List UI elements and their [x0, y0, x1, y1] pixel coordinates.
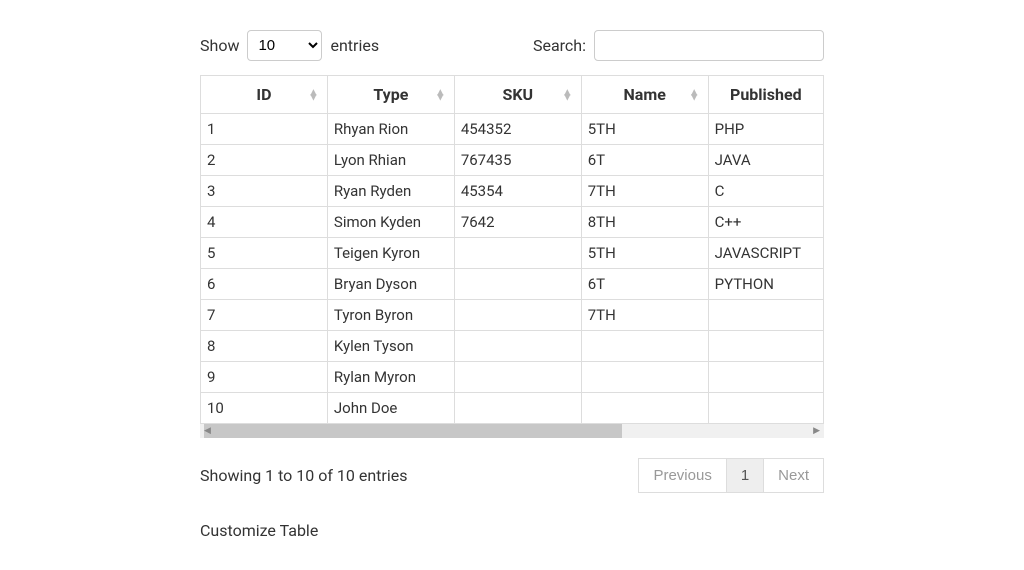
cell-id: 4	[201, 207, 328, 238]
column-label-name: Name	[623, 85, 665, 104]
cell-published	[708, 393, 823, 424]
cell-name	[581, 362, 708, 393]
cell-name	[581, 331, 708, 362]
cell-type: Teigen Kyron	[327, 238, 454, 269]
cell-sku: 45354	[454, 176, 581, 207]
sort-icon: ▲▼	[435, 89, 446, 100]
table-body: 1Rhyan Rion4543525THPHP2Lyon Rhian767435…	[201, 114, 824, 424]
column-label-published: Published	[730, 85, 802, 104]
next-button[interactable]: Next	[763, 458, 824, 493]
cell-sku	[454, 362, 581, 393]
column-header-published[interactable]: Published	[708, 76, 823, 114]
cell-sku: 767435	[454, 145, 581, 176]
pagination: Previous 1 Next	[639, 458, 824, 493]
cell-published: JAVA	[708, 145, 823, 176]
column-label-type: Type	[373, 85, 408, 104]
cell-id: 7	[201, 300, 328, 331]
cell-sku	[454, 300, 581, 331]
table-row: 2Lyon Rhian7674356TJAVA	[201, 145, 824, 176]
cell-name: 7TH	[581, 176, 708, 207]
cell-sku: 7642	[454, 207, 581, 238]
column-label-id: ID	[256, 85, 271, 104]
cell-name: 6T	[581, 145, 708, 176]
table-row: 1Rhyan Rion4543525THPHP	[201, 114, 824, 145]
scroll-right-icon: ▶	[813, 426, 820, 436]
cell-id: 5	[201, 238, 328, 269]
cell-type: Rylan Myron	[327, 362, 454, 393]
cell-name: 5TH	[581, 238, 708, 269]
entries-select[interactable]: 10	[247, 30, 322, 61]
search-input[interactable]	[594, 30, 824, 61]
search-control: Search:	[533, 30, 824, 61]
length-control: Show 10 entries	[200, 30, 379, 61]
data-table: ID ▲▼ Type ▲▼ SKU ▲▼ Name ▲▼ Published	[200, 75, 824, 424]
sort-icon: ▲▼	[308, 89, 319, 100]
cell-published	[708, 362, 823, 393]
table-row: 7Tyron Byron 7TH	[201, 300, 824, 331]
cell-name: 8TH	[581, 207, 708, 238]
table-row: 10John Doe	[201, 393, 824, 424]
cell-id: 10	[201, 393, 328, 424]
cell-id: 1	[201, 114, 328, 145]
column-header-type[interactable]: Type ▲▼	[327, 76, 454, 114]
sort-icon: ▲▼	[689, 89, 700, 100]
cell-type: Lyon Rhian	[327, 145, 454, 176]
show-label: Show	[200, 36, 239, 55]
cell-published: PYTHON	[708, 269, 823, 300]
cell-type: Simon Kyden	[327, 207, 454, 238]
page-button-1[interactable]: 1	[726, 458, 764, 493]
info-text: Showing 1 to 10 of 10 entries	[200, 466, 407, 485]
column-header-name[interactable]: Name ▲▼	[581, 76, 708, 114]
cell-name	[581, 393, 708, 424]
column-header-sku[interactable]: SKU ▲▼	[454, 76, 581, 114]
table-row: 3Ryan Ryden453547THC	[201, 176, 824, 207]
table-row: 6Bryan Dyson 6TPYTHON	[201, 269, 824, 300]
cell-sku	[454, 238, 581, 269]
cell-published: C++	[708, 207, 823, 238]
table-row: 5Teigen Kyron 5THJAVASCRIPT	[201, 238, 824, 269]
cell-published: JAVASCRIPT	[708, 238, 823, 269]
cell-type: Kylen Tyson	[327, 331, 454, 362]
cell-sku	[454, 269, 581, 300]
cell-type: Tyron Byron	[327, 300, 454, 331]
table-header-row: ID ▲▼ Type ▲▼ SKU ▲▼ Name ▲▼ Published	[201, 76, 824, 114]
cell-published: PHP	[708, 114, 823, 145]
top-controls: Show 10 entries Search:	[200, 30, 824, 61]
cell-id: 6	[201, 269, 328, 300]
cell-sku	[454, 393, 581, 424]
cell-published	[708, 300, 823, 331]
cell-published	[708, 331, 823, 362]
cell-id: 9	[201, 362, 328, 393]
cell-name: 7TH	[581, 300, 708, 331]
cell-published: C	[708, 176, 823, 207]
cell-id: 2	[201, 145, 328, 176]
search-label: Search:	[533, 36, 586, 55]
cell-type: Ryan Ryden	[327, 176, 454, 207]
entries-label: entries	[330, 36, 379, 55]
column-label-sku: SKU	[502, 85, 533, 104]
cell-name: 5TH	[581, 114, 708, 145]
bottom-controls: Showing 1 to 10 of 10 entries Previous 1…	[200, 458, 824, 493]
scrollbar-thumb[interactable]	[204, 424, 622, 438]
cell-type: Rhyan Rion	[327, 114, 454, 145]
customize-table-label: Customize Table	[200, 521, 824, 540]
table-row: 8Kylen Tyson	[201, 331, 824, 362]
cell-name: 6T	[581, 269, 708, 300]
scroll-left-icon: ◀	[204, 426, 211, 436]
horizontal-scrollbar[interactable]: ◀ ▶	[200, 424, 824, 438]
table-row: 9Rylan Myron	[201, 362, 824, 393]
table-wrapper: ID ▲▼ Type ▲▼ SKU ▲▼ Name ▲▼ Published	[200, 75, 824, 438]
cell-type: John Doe	[327, 393, 454, 424]
cell-id: 8	[201, 331, 328, 362]
cell-sku: 454352	[454, 114, 581, 145]
table-row: 4Simon Kyden76428THC++	[201, 207, 824, 238]
column-header-id[interactable]: ID ▲▼	[201, 76, 328, 114]
previous-button[interactable]: Previous	[638, 458, 726, 493]
cell-sku	[454, 331, 581, 362]
cell-id: 3	[201, 176, 328, 207]
cell-type: Bryan Dyson	[327, 269, 454, 300]
sort-icon: ▲▼	[562, 89, 573, 100]
